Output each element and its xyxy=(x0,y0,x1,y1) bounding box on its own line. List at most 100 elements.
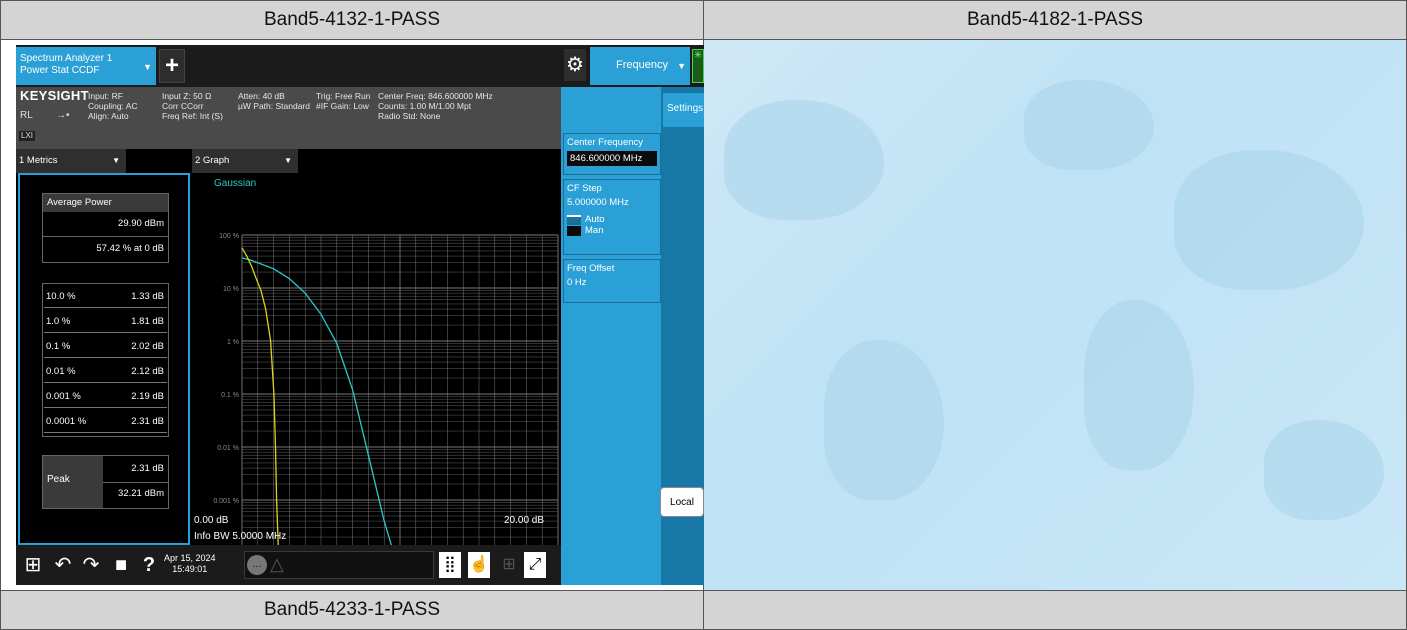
report-cell-header: Band5-4132-1-PASS xyxy=(0,0,704,40)
ccdf-db-value: 2.19 dB xyxy=(131,391,164,402)
radio-unselected-icon xyxy=(567,225,581,236)
ccdf-db-value: 2.31 dB xyxy=(131,416,164,427)
undo-icon[interactable]: ↶ xyxy=(50,550,76,580)
dropdown-arrow-icon: ▼ xyxy=(112,156,120,165)
map-background xyxy=(703,39,1407,591)
dropdown-arrow-icon: ▼ xyxy=(143,62,152,72)
table-row: 1.0 % 1.81 dB xyxy=(44,311,167,333)
info-text: #IF Gain: Low xyxy=(316,101,369,111)
auto-option[interactable]: Auto xyxy=(567,214,657,225)
instrument-screen: Spectrum Analyzer 1 Power Stat CCDF ▼ + … xyxy=(16,45,704,585)
info-text: Coupling: AC xyxy=(88,101,138,111)
ccdf-db-value: 2.12 dB xyxy=(131,366,164,377)
auto-label: Auto xyxy=(585,214,605,225)
layout-icon[interactable]: ⊞ xyxy=(496,550,522,580)
y-tick-label: 0.1 % xyxy=(221,392,239,399)
info-column: Input: RF Coupling: AC Align: Auto xyxy=(88,91,138,121)
ccdf-percent: 10.0 % xyxy=(46,291,76,302)
table-row: 0.1 % 2.02 dB xyxy=(44,336,167,358)
info-column: Trig: Free Run #IF Gain: Low xyxy=(316,91,370,111)
gear-icon[interactable]: ⚙ xyxy=(564,49,586,81)
maximize-icon[interactable]: ⤢ xyxy=(524,552,546,578)
ccdf-graph: 100 %10 %1 %0.1 %0.01 %0.001 %0.0001 % xyxy=(192,173,561,558)
report-page: Band5-4132-1-PASS Band5-4182-1-PASS Band… xyxy=(0,0,1407,630)
table-row: 0.01 % 2.12 dB xyxy=(44,361,167,383)
softkey-label: Freq Offset xyxy=(567,263,615,274)
info-text: Align: Auto xyxy=(88,111,129,121)
local-button[interactable]: Local xyxy=(660,487,704,517)
info-text: µW Path: Standard xyxy=(238,101,310,111)
info-text: Freq Ref: Int (S) xyxy=(162,111,223,121)
mode-selector[interactable]: Spectrum Analyzer 1 Power Stat CCDF ▼ xyxy=(16,47,156,85)
ccdf-percent: 1.0 % xyxy=(46,316,71,327)
peak-label: Peak xyxy=(43,456,103,508)
softkey-value: 0 Hz xyxy=(567,277,587,288)
info-column: Center Freq: 846.600000 MHz Counts: 1.00… xyxy=(378,91,493,121)
dropdown-arrow-icon: ▼ xyxy=(284,156,292,165)
y-tick-label: 0.001 % xyxy=(213,498,239,505)
average-power-label: Average Power xyxy=(43,194,168,212)
map-shape xyxy=(1174,150,1364,290)
average-power-value: 29.90 dBm xyxy=(118,218,164,229)
top-toolbar: Spectrum Analyzer 1 Power Stat CCDF ▼ + … xyxy=(16,45,704,87)
map-shape xyxy=(1084,300,1194,470)
table-row: 0.0001 % 2.31 dB xyxy=(44,411,167,433)
graph-window-selector[interactable]: 2 Graph ▼ xyxy=(192,149,298,173)
info-text: Atten: 40 dB xyxy=(238,91,285,101)
cf-step-softkey[interactable]: CF Step 5.000000 MHz Auto Man xyxy=(563,179,661,255)
softkey-label: Center Frequency xyxy=(567,137,644,148)
ccdf-db-value: 1.81 dB xyxy=(131,316,164,327)
bottom-toolbar: ⊞ ↶ ↷ ■ ? Apr 15, 2024 15:49:01 … △ ⣿ ☝ … xyxy=(16,545,561,585)
message-area[interactable]: … △ xyxy=(244,551,434,579)
radio-selected-icon xyxy=(567,214,581,225)
ccdf-db-value: 2.02 dB xyxy=(131,341,164,352)
message-icon: … xyxy=(247,555,267,575)
touch-icon[interactable]: ☝ xyxy=(468,552,490,578)
metrics-window-selector[interactable]: 1 Metrics ▼ xyxy=(16,149,126,173)
ccdf-percent: 0.001 % xyxy=(46,391,81,402)
rl-indicator: RL xyxy=(20,110,33,121)
cell-label: Band5-4132-1-PASS xyxy=(263,9,441,30)
info-text: Counts: 1.00 M/1.00 Mpt xyxy=(378,101,472,111)
map-shape xyxy=(724,100,884,220)
add-screen-button[interactable]: + xyxy=(159,49,185,83)
window-title: 1 Metrics xyxy=(19,155,58,166)
info-text: Trig: Free Run xyxy=(316,91,371,101)
tab-settings[interactable]: Settings xyxy=(663,93,704,127)
center-frequency-softkey[interactable]: Center Frequency 846.600000 MHz xyxy=(563,133,661,175)
man-label: Man xyxy=(585,225,604,236)
report-cell-header: Band5-4182-1-PASS xyxy=(703,0,1407,40)
info-text: Center Freq: 846.600000 MHz xyxy=(378,91,493,101)
busy-indicator-icon: ✳ xyxy=(692,49,704,83)
softkey-value: 5.000000 MHz xyxy=(567,197,629,208)
metrics-window: Average Power 29.90 dBm 57.42 % at 0 dB … xyxy=(18,173,190,545)
x-axis-start-label: 0.00 dB xyxy=(194,515,229,526)
file-icon[interactable]: ■ xyxy=(108,550,134,580)
info-text: Corr CCorr xyxy=(162,101,204,111)
info-text: Input: RF xyxy=(88,91,123,101)
info-column: Atten: 40 dB µW Path: Standard xyxy=(238,91,310,111)
table-row: 0.001 % 2.19 dB xyxy=(44,386,167,408)
info-bw-label: Info BW 5.0000 MHz xyxy=(194,531,287,542)
freq-offset-softkey[interactable]: Freq Offset 0 Hz xyxy=(563,259,661,303)
map-shape xyxy=(1024,80,1154,170)
man-option[interactable]: Man xyxy=(567,225,657,236)
date-text: Apr 15, 2024 xyxy=(164,553,216,563)
window-title: 2 Graph xyxy=(195,155,230,166)
time-text: 15:49:01 xyxy=(172,564,208,574)
multi-window-icon[interactable]: ⣿ xyxy=(439,552,461,578)
help-icon[interactable]: ? xyxy=(136,550,162,580)
menu-selector[interactable]: Frequency ▼ xyxy=(590,47,690,85)
cell-label: Band5-4182-1-PASS xyxy=(966,9,1144,30)
redo-icon[interactable]: ↷ xyxy=(78,550,104,580)
plus-icon: + xyxy=(164,52,179,79)
y-tick-label: 10 % xyxy=(223,286,239,293)
mode-name: Spectrum Analyzer 1 xyxy=(20,53,113,64)
local-label: Local xyxy=(670,496,694,508)
windows-icon[interactable]: ⊞ xyxy=(20,550,46,580)
report-cell-header xyxy=(703,590,1407,630)
table-row: 10.0 % 1.33 dB xyxy=(44,286,167,308)
map-shape xyxy=(1264,420,1384,520)
x-axis-end-label: 20.00 dB xyxy=(504,515,545,526)
keysight-logo: KEYSIGHT xyxy=(20,88,89,103)
